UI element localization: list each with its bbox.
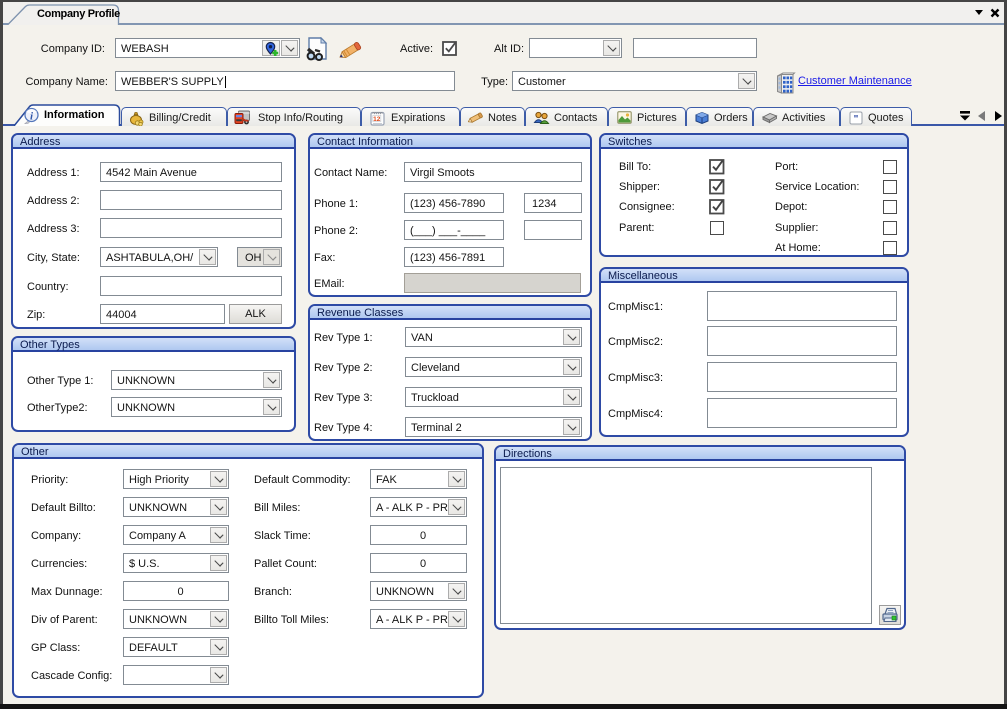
svg-text:12: 12: [373, 116, 381, 123]
svg-text:": ": [854, 114, 859, 125]
